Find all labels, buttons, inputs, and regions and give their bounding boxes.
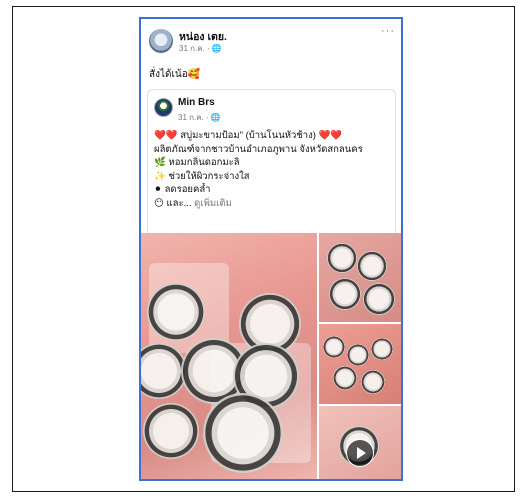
soap-pack — [333, 366, 357, 390]
text-line: ❤️❤️ สบู่มะขามป้อม" (บ้านโนนหัวช้าง) ❤️❤… — [154, 130, 343, 141]
soap-pack — [363, 283, 395, 315]
last-line-prefix: 😶 และ... — [154, 197, 192, 209]
soap-pack — [327, 243, 357, 273]
soap-pack — [329, 278, 361, 310]
post-timestamp[interactable]: 31 ก.ค. · 🌐 — [179, 42, 222, 55]
photo-video-thumb[interactable] — [319, 406, 401, 479]
soap-pack — [147, 283, 205, 341]
soap-pack — [361, 370, 385, 394]
text-line: ผลิตภัณฑ์จากชาวบ้านอำเภอภูพาน จังหวัดสกล… — [154, 143, 363, 155]
photo-thumb-1[interactable] — [319, 233, 401, 322]
text-line: ✨ ช่วยให้ผิวกระจ่างใส — [154, 170, 250, 182]
soap-pack — [143, 403, 199, 459]
soap-pack — [323, 336, 345, 358]
facebook-post-card: หน่อง เตย. 31 ก.ค. · 🌐 ··· สั่งได้เน้อ🥰 … — [139, 17, 403, 481]
soap-pack — [371, 338, 393, 360]
play-icon[interactable] — [346, 439, 374, 467]
shared-post-text: ❤️❤️ สบู่มะขามป้อม" (บ้านโนนหัวช้าง) ❤️❤… — [154, 129, 394, 210]
soap-pack — [203, 393, 283, 473]
shared-author-avatar[interactable] — [154, 98, 173, 117]
shared-post[interactable]: Min Brs 31 ก.ค. · 🌐 ❤️❤️ สบู่มะขามป้อม" … — [147, 89, 396, 235]
photo-grid[interactable] — [141, 233, 401, 479]
more-options-icon[interactable]: ··· — [381, 25, 395, 37]
shared-author-name[interactable]: Min Brs — [178, 97, 215, 108]
soap-pack — [357, 251, 387, 281]
see-more-link[interactable]: ดูเพิ่มเติม — [194, 198, 232, 209]
post-caption: สั่งได้เน้อ🥰 — [149, 69, 201, 80]
soap-pack — [347, 344, 369, 366]
text-line: ⚫ ลดรอยคล้ำ — [154, 184, 211, 195]
shared-timestamp[interactable]: 31 ก.ค. · 🌐 — [178, 111, 221, 124]
text-line: 🌿 หอมกลิ่นดอกมะลิ — [154, 157, 240, 168]
photo-main[interactable] — [141, 233, 317, 479]
text-line: 😶 และ... ดูเพิ่มเติม — [154, 197, 394, 211]
photo-thumb-2[interactable] — [319, 324, 401, 404]
author-avatar[interactable] — [149, 29, 173, 53]
